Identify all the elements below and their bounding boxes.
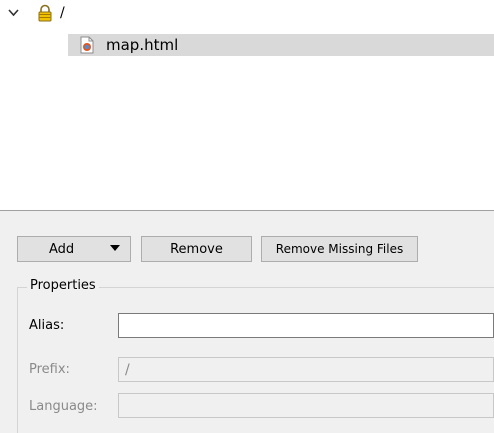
properties-group-title: Properties	[27, 278, 99, 293]
resource-tree[interactable]: / map.html	[0, 0, 494, 211]
tree-file-label: map.html	[106, 36, 179, 54]
chevron-down-icon[interactable]	[0, 3, 26, 23]
alias-field[interactable]	[118, 313, 494, 338]
alias-label: Alias:	[29, 318, 65, 333]
add-button-label: Add	[49, 241, 75, 257]
dropdown-arrow-icon[interactable]	[110, 245, 120, 251]
language-label: Language:	[29, 399, 98, 414]
add-button[interactable]: Add	[17, 236, 131, 262]
prefix-label: Prefix:	[29, 362, 70, 377]
properties-group-border-left	[17, 287, 18, 433]
tree-file-row[interactable]: map.html	[68, 34, 494, 56]
tree-root-row[interactable]: /	[0, 2, 65, 24]
tree-root-label: /	[60, 5, 65, 21]
html-file-icon	[78, 36, 96, 54]
language-field	[118, 393, 494, 418]
remove-missing-files-button[interactable]: Remove Missing Files	[261, 236, 418, 262]
prefix-field: /	[118, 357, 494, 382]
lock-icon	[36, 4, 54, 22]
remove-button[interactable]: Remove	[141, 236, 252, 262]
